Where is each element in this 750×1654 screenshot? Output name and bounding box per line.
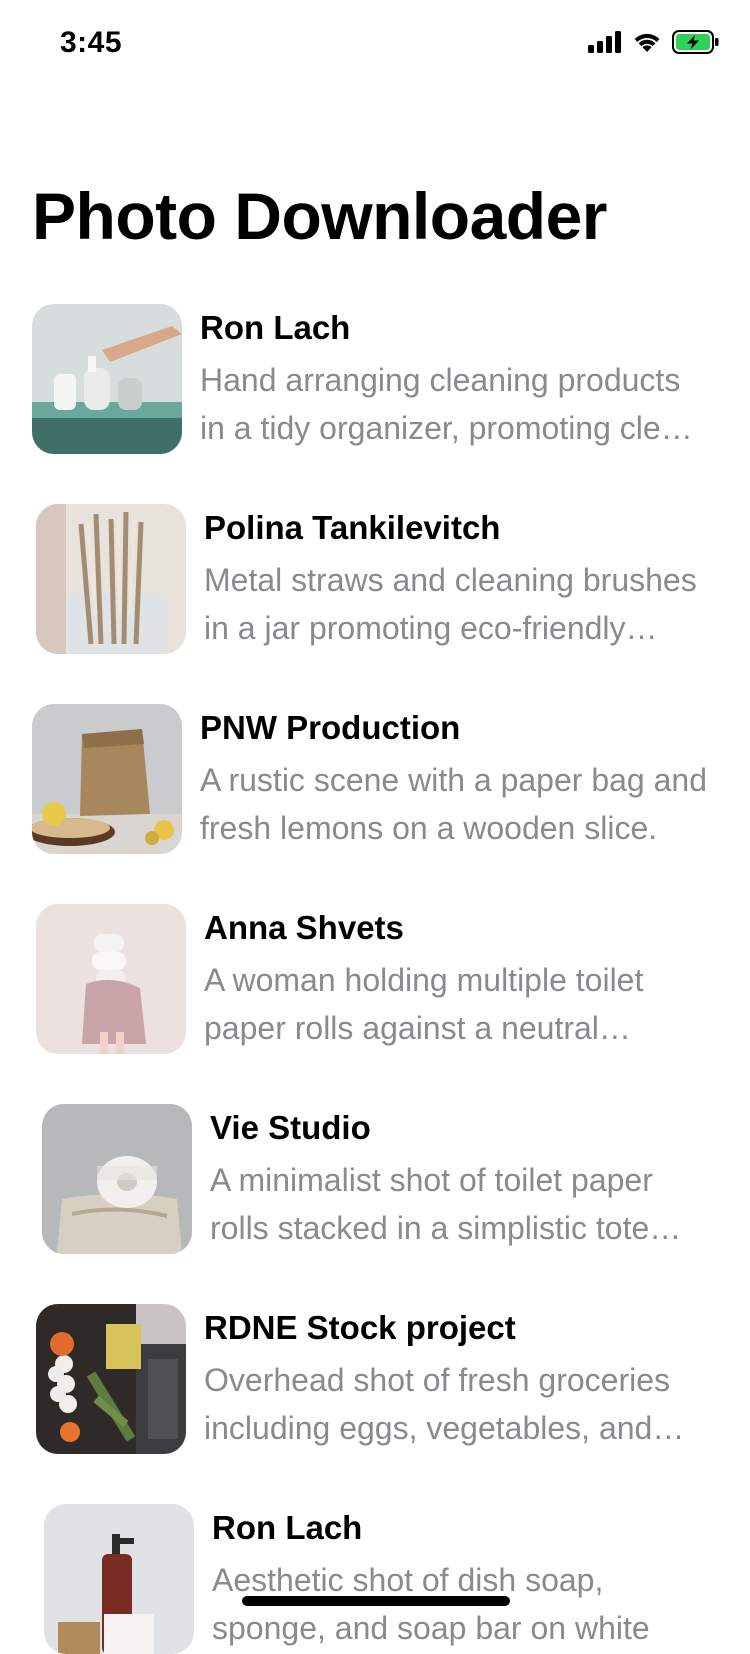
- photo-author: Ron Lach: [212, 1509, 363, 1546]
- photo-thumbnail: [42, 1104, 192, 1254]
- battery-charging-icon: [672, 30, 720, 59]
- photo-description: A rustic scene with a paper bag and fres…: [200, 762, 707, 846]
- photo-description: Overhead shot of fresh groceries includi…: [204, 1362, 671, 1446]
- page-title: Photo Downloader: [32, 179, 607, 253]
- list-item-photo-2[interactable]: Polina Tankilevitch Metal straws and cle…: [36, 504, 714, 654]
- list-item-photo-3[interactable]: PNW Production A rustic scene with a pap…: [32, 704, 710, 854]
- status-bar: 3:45: [0, 0, 750, 90]
- photo-thumbnail: [44, 1504, 194, 1654]
- list-item-photo-5[interactable]: Vie Studio A minimalist shot of toilet p…: [42, 1104, 720, 1254]
- photo-description: Hand arranging cleaning products in a ti…: [200, 362, 697, 446]
- photo-author: PNW Production: [200, 709, 461, 746]
- list-item-photo-7[interactable]: Ron Lach Aesthetic shot of dish soap, sp…: [44, 1504, 722, 1654]
- status-icons: [588, 30, 720, 59]
- status-time: 3:45: [60, 26, 123, 59]
- photo-thumbnail: [36, 904, 186, 1054]
- list-item-photo-4[interactable]: Anna Shvets A woman holding multiple toi…: [36, 904, 714, 1054]
- photo-author: Polina Tankilevitch: [204, 509, 501, 546]
- cellular-signal-icon: [588, 31, 622, 58]
- list-item-photo-6[interactable]: RDNE Stock project Overhead shot of fres…: [36, 1304, 714, 1454]
- photo-author: Vie Studio: [210, 1109, 371, 1146]
- wifi-icon: [632, 31, 662, 58]
- photo-author: Ron Lach: [200, 309, 351, 346]
- photo-thumbnail: [32, 704, 182, 854]
- photo-description: A woman holding multiple toilet paper ro…: [204, 962, 644, 1046]
- photo-description: Metal straws and cleaning brushes in a j…: [204, 562, 697, 646]
- photo-description: A minimalist shot of toilet paper rolls …: [210, 1162, 653, 1246]
- home-indicator[interactable]: [242, 1596, 510, 1606]
- photo-author: RDNE Stock project: [204, 1309, 516, 1346]
- list-item-photo-1[interactable]: Ron Lach Hand arranging cleaning product…: [32, 304, 710, 454]
- photo-thumbnail: [36, 1304, 186, 1454]
- photo-author: Anna Shvets: [204, 909, 404, 946]
- photo-thumbnail: [32, 304, 182, 454]
- photo-thumbnail: [36, 504, 186, 654]
